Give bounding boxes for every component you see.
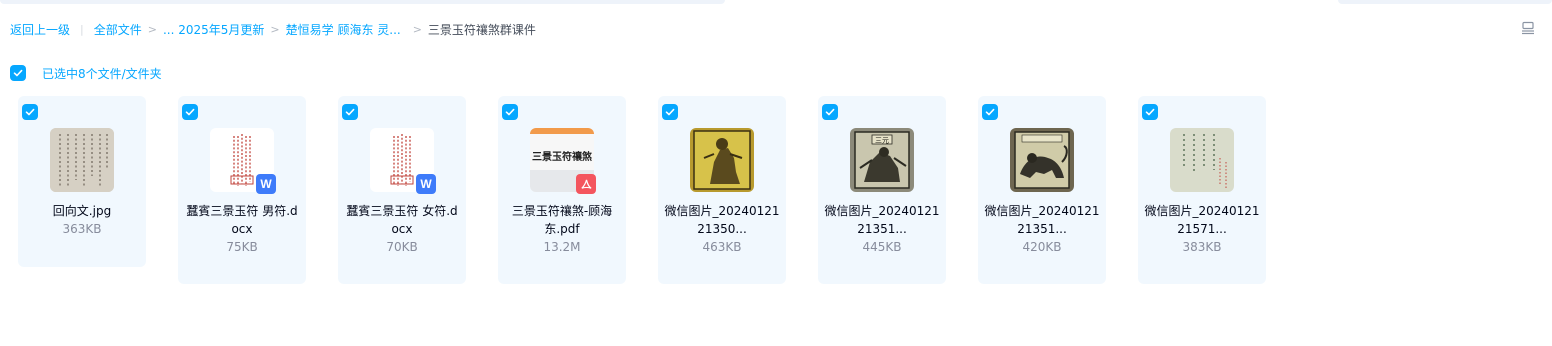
file-card[interactable]: 微信图片_2024012121351... 420KB (978, 96, 1106, 284)
file-name: 微信图片_2024012121351... (984, 204, 1100, 236)
file-name: 三景玉符禳煞-顾海东.pdf (511, 204, 613, 236)
file-name: 回向文.jpg (52, 204, 112, 218)
file-size: 445KB (862, 240, 902, 254)
file-thumbnail (50, 128, 114, 192)
file-card[interactable]: 三元 微信图片_2024012121351... 445KB (818, 96, 946, 284)
file-thumbnail (1170, 128, 1234, 192)
file-checkbox[interactable] (822, 104, 838, 120)
file-checkbox[interactable] (982, 104, 998, 120)
pdf-icon (576, 174, 596, 194)
chevron-right-icon: > (147, 22, 157, 36)
list-view-icon[interactable] (1521, 20, 1535, 35)
top-right-bar-edge (1338, 0, 1552, 4)
breadcrumb-current: 三景玉符禳煞群课件 (427, 22, 536, 37)
file-thumbnail: 三元 (850, 128, 914, 192)
file-checkbox[interactable] (182, 104, 198, 120)
pdf-thumb-title: 三景玉符禳煞 (532, 152, 592, 163)
back-link[interactable]: 返回上一级 (10, 21, 70, 38)
file-checkbox[interactable] (1142, 104, 1158, 120)
file-name: 蠶賓三景玉符 女符.docx (346, 204, 458, 236)
file-card[interactable]: 微信图片_2024012121350... 463KB (658, 96, 786, 284)
file-size: 70KB (386, 240, 418, 254)
file-checkbox[interactable] (22, 104, 38, 120)
file-thumbnail (690, 128, 754, 192)
top-search-bar-edge (0, 0, 725, 4)
chevron-right-icon: > (270, 22, 280, 36)
file-card[interactable]: 微信图片_2024012121571... 383KB (1138, 96, 1266, 284)
file-size: 13.2M (543, 240, 581, 254)
file-checkbox[interactable] (342, 104, 358, 120)
breadcrumb-level1[interactable]: ... 2025年5月更新 (163, 21, 264, 38)
chevron-right-icon: > (412, 22, 422, 36)
file-thumbnail: W (210, 128, 276, 194)
file-card[interactable]: W 蠶賓三景玉符 男符.docx 75KB (178, 96, 306, 284)
file-name: 蠶賓三景玉符 男符.docx (186, 204, 298, 236)
file-card[interactable]: 三景玉符禳煞 三景玉符禳煞-顾海东.pdf 13.2M (498, 96, 626, 284)
breadcrumb-divider: | (80, 22, 84, 36)
file-thumbnail (1010, 128, 1074, 192)
file-size: 463KB (702, 240, 742, 254)
file-thumbnail: 三景玉符禳煞 (530, 128, 596, 194)
file-thumbnail: W (370, 128, 436, 194)
thumb-seal-text: 三元 (875, 137, 889, 145)
file-card[interactable]: 回向文.jpg 363KB (18, 96, 146, 267)
file-name: 微信图片_2024012121571... (1144, 204, 1260, 236)
file-size: 383KB (1182, 240, 1222, 254)
file-checkbox[interactable] (502, 104, 518, 120)
word-doc-icon: W (256, 174, 276, 194)
select-all-row: 已选中8个文件/文件夹 (10, 64, 162, 82)
file-card[interactable]: W 蠶賓三景玉符 女符.docx 70KB (338, 96, 466, 284)
file-checkbox[interactable] (662, 104, 678, 120)
selection-count-text: 已选中8个文件/文件夹 (42, 66, 162, 81)
breadcrumb: 返回上一级 | 全部文件 > ... 2025年5月更新 > 楚恒易学 顾海东 … (10, 20, 536, 38)
file-name: 微信图片_2024012121350... (664, 204, 780, 236)
file-size: 420KB (1022, 240, 1062, 254)
breadcrumb-all-files[interactable]: 全部文件 (94, 21, 142, 38)
file-name: 微信图片_2024012121351... (824, 204, 940, 236)
select-all-checkbox[interactable] (10, 65, 26, 81)
breadcrumb-level2[interactable]: 楚恒易学 顾海东 灵... (286, 21, 401, 38)
file-size: 75KB (226, 240, 258, 254)
word-doc-icon: W (416, 174, 436, 194)
file-size: 363KB (62, 222, 102, 236)
